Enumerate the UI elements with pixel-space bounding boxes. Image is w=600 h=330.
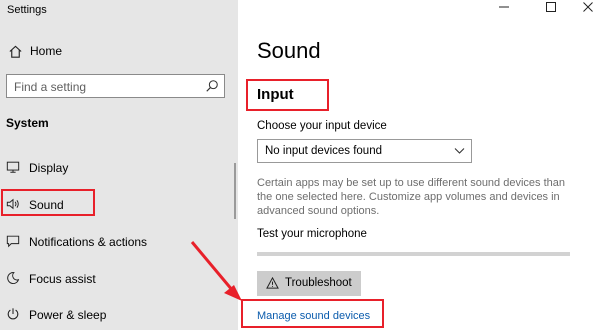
sidebar-item-label: Notifications & actions	[29, 235, 148, 249]
test-microphone-label: Test your microphone	[257, 228, 367, 240]
search-input[interactable]: Find a setting	[6, 74, 225, 98]
sidebar-scrollbar[interactable]	[234, 163, 236, 219]
close-icon	[583, 2, 593, 12]
chevron-down-icon	[454, 148, 465, 154]
search-icon[interactable]	[205, 79, 219, 93]
maximize-button[interactable]	[541, 0, 561, 14]
sidebar-item-display[interactable]: Display	[0, 156, 238, 180]
input-description: Certain apps may be set up to use differ…	[257, 177, 565, 217]
monitor-icon	[6, 161, 20, 173]
power-icon	[7, 308, 19, 320]
sidebar: Settings Home Find a setting System Disp…	[0, 0, 238, 330]
section-title: System	[6, 116, 49, 130]
sidebar-item-label: Home	[30, 44, 63, 58]
sidebar-item-notifications[interactable]: Notifications & actions	[0, 230, 238, 254]
maximize-icon	[546, 2, 556, 12]
troubleshoot-button[interactable]: Troubleshoot	[257, 271, 361, 296]
moon-icon	[7, 272, 20, 284]
input-device-select[interactable]: No input devices found	[257, 139, 472, 163]
sound-highlight-box	[1, 189, 95, 216]
home-icon	[9, 45, 22, 58]
warning-icon	[266, 277, 279, 289]
sidebar-item-label: Power & sleep	[29, 308, 107, 322]
sidebar-item-home[interactable]: Home	[8, 43, 62, 59]
page-title: Sound	[257, 38, 321, 63]
search-placeholder: Find a setting	[14, 80, 87, 94]
sidebar-item-label: Focus assist	[29, 272, 96, 286]
notification-icon	[6, 235, 20, 248]
manage-highlight-box	[241, 299, 384, 328]
troubleshoot-label: Troubleshoot	[285, 277, 352, 289]
input-device-value: No input devices found	[265, 145, 382, 157]
microphone-level-bar	[257, 252, 570, 256]
minimize-button[interactable]	[494, 0, 514, 14]
sidebar-item-focus-assist[interactable]: Focus assist	[0, 267, 238, 291]
close-button[interactable]	[578, 0, 598, 14]
choose-input-label: Choose your input device	[257, 120, 387, 132]
sidebar-item-label: Display	[29, 161, 69, 175]
input-highlight-box	[246, 79, 329, 111]
sidebar-item-power-sleep[interactable]: Power & sleep	[0, 303, 238, 327]
minimize-icon	[499, 6, 509, 8]
app-title: Settings	[7, 4, 47, 16]
